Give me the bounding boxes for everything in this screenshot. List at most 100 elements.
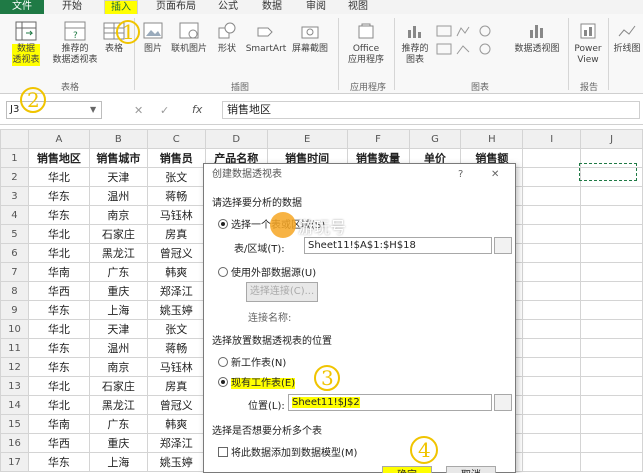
tab-insert[interactable]: 插入 xyxy=(104,0,138,14)
line-sparkline-button[interactable]: 折线图 xyxy=(611,20,643,55)
cell[interactable] xyxy=(580,281,643,301)
cell[interactable]: 天津 xyxy=(88,319,148,339)
row-header[interactable]: 16 xyxy=(0,433,29,453)
smartart-button[interactable]: SmartArt xyxy=(244,20,288,55)
cell[interactable]: 张文 xyxy=(146,167,206,187)
cell[interactable] xyxy=(522,357,582,377)
cell[interactable] xyxy=(522,319,582,339)
formula-input[interactable]: 销售地区 xyxy=(222,101,640,119)
cell[interactable] xyxy=(580,395,643,415)
column-header[interactable]: A xyxy=(27,129,90,149)
row-header[interactable]: 6 xyxy=(0,243,29,263)
cell[interactable]: 韩爽 xyxy=(146,262,206,282)
recommended-charts-button[interactable]: 推荐的 图表 xyxy=(398,20,432,66)
tab-data[interactable]: 数据 xyxy=(254,0,290,14)
cell[interactable]: 张文 xyxy=(146,319,206,339)
column-header[interactable]: D xyxy=(204,129,268,149)
pivot-chart-button[interactable]: 数据透视图 xyxy=(510,20,564,55)
choose-connection-button[interactable]: 选择连接(C)... xyxy=(246,282,318,302)
insert-function-icon[interactable]: fx xyxy=(192,103,202,116)
enter-icon[interactable]: ✓ xyxy=(160,104,169,117)
cell[interactable]: 上海 xyxy=(88,300,148,320)
help-icon[interactable]: ? xyxy=(458,169,463,180)
cell[interactable] xyxy=(580,205,643,225)
cell[interactable] xyxy=(522,395,582,415)
cell[interactable] xyxy=(522,224,582,244)
row-header[interactable]: 10 xyxy=(0,319,29,339)
cell[interactable] xyxy=(522,300,582,320)
cell[interactable]: 华南 xyxy=(27,414,90,434)
cell[interactable]: 华北 xyxy=(27,395,90,415)
tab-file[interactable]: 文件 xyxy=(0,0,44,14)
cell[interactable]: 华东 xyxy=(27,338,90,358)
radio-external-source[interactable]: 使用外部数据源(U) xyxy=(218,264,316,279)
location-collapse-icon[interactable] xyxy=(494,394,512,411)
tab-home[interactable]: 开始 xyxy=(52,0,92,14)
cell[interactable]: 广东 xyxy=(88,414,148,434)
cell[interactable]: 销售地区 xyxy=(27,148,90,168)
cell[interactable]: 黑龙江 xyxy=(88,395,148,415)
cell[interactable]: 华东 xyxy=(27,452,90,472)
column-header[interactable]: F xyxy=(346,129,410,149)
cell[interactable] xyxy=(522,433,582,453)
cell[interactable]: 曾冠义 xyxy=(146,243,206,263)
row-header[interactable]: 12 xyxy=(0,357,29,377)
cell[interactable] xyxy=(522,205,582,225)
cell[interactable]: 黑龙江 xyxy=(88,243,148,263)
column-header[interactable]: C xyxy=(146,129,206,149)
cell[interactable]: 石家庄 xyxy=(88,376,148,396)
row-header[interactable]: 4 xyxy=(0,205,29,225)
cell[interactable]: 蒋畅 xyxy=(146,186,206,206)
cell[interactable] xyxy=(580,243,643,263)
cell[interactable]: 华北 xyxy=(27,243,90,263)
row-header[interactable]: 14 xyxy=(0,395,29,415)
cell[interactable]: 华西 xyxy=(27,281,90,301)
cell[interactable] xyxy=(522,414,582,434)
cell[interactable]: 销售员 xyxy=(146,148,206,168)
cell[interactable] xyxy=(522,262,582,282)
select-all-corner[interactable] xyxy=(0,129,29,149)
cell[interactable] xyxy=(522,243,582,263)
row-header[interactable]: 17 xyxy=(0,452,29,472)
cell[interactable]: 郑泽江 xyxy=(146,281,206,301)
cell[interactable] xyxy=(522,186,582,206)
cell[interactable] xyxy=(522,376,582,396)
cell[interactable]: 销售城市 xyxy=(88,148,148,168)
cell[interactable]: 天津 xyxy=(88,167,148,187)
row-header[interactable]: 7 xyxy=(0,262,29,282)
cell[interactable]: 马钰林 xyxy=(146,205,206,225)
cell[interactable]: 蒋畅 xyxy=(146,338,206,358)
cell[interactable]: 郑泽江 xyxy=(146,433,206,453)
row-header[interactable]: 3 xyxy=(0,186,29,206)
pivot-table-button[interactable]: 数据 透视表 xyxy=(6,20,46,66)
cell[interactable]: 华南 xyxy=(27,262,90,282)
cell[interactable] xyxy=(580,357,643,377)
chart-types-gallery[interactable] xyxy=(434,22,506,72)
cell[interactable] xyxy=(580,338,643,358)
cell[interactable]: 华北 xyxy=(27,319,90,339)
online-picture-button[interactable]: 联机图片 xyxy=(168,20,210,55)
picture-button[interactable]: 图片 xyxy=(140,20,166,55)
cell[interactable]: 广东 xyxy=(88,262,148,282)
close-icon[interactable]: ✕ xyxy=(491,169,499,180)
column-header[interactable]: E xyxy=(266,129,348,149)
range-collapse-icon[interactable] xyxy=(494,237,512,254)
tab-formulas[interactable]: 公式 xyxy=(210,0,246,14)
recommended-pivot-button[interactable]: ? 推荐的 数据透视表 xyxy=(50,20,100,66)
cancel-button[interactable]: 取消 xyxy=(446,466,496,473)
cell[interactable] xyxy=(580,414,643,434)
cell[interactable]: 华北 xyxy=(27,376,90,396)
cell[interactable]: 南京 xyxy=(88,357,148,377)
add-to-data-model-checkbox[interactable]: 将此数据添加到数据模型(M) xyxy=(218,444,357,459)
cell[interactable]: 房真 xyxy=(146,376,206,396)
cell[interactable]: 华东 xyxy=(27,357,90,377)
cell[interactable] xyxy=(580,319,643,339)
cell[interactable]: 华东 xyxy=(27,300,90,320)
cell[interactable] xyxy=(522,452,582,472)
cancel-icon[interactable]: ✕ xyxy=(134,104,143,117)
tab-page-layout[interactable]: 页面布局 xyxy=(150,0,202,14)
cell[interactable]: 姚玉婷 xyxy=(146,452,206,472)
cell[interactable]: 曾冠义 xyxy=(146,395,206,415)
cell[interactable]: 重庆 xyxy=(88,433,148,453)
office-apps-button[interactable]: Office 应用程序 xyxy=(342,20,390,66)
